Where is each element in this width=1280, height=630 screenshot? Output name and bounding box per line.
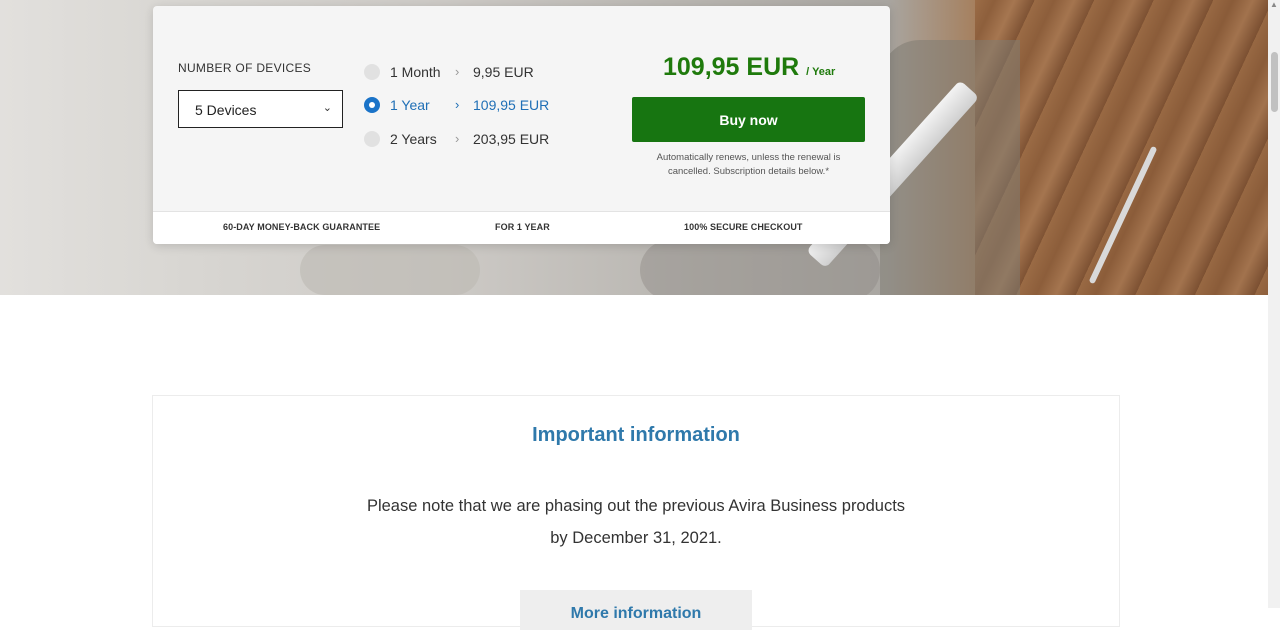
info-line-1: Please note that we are phasing out the … — [366, 497, 906, 515]
info-title: Important information — [532, 424, 740, 446]
option-price: 9,95 EUR — [473, 64, 534, 80]
devices-select[interactable]: 5 Devices ⌄ — [178, 90, 343, 128]
option-price: 109,95 EUR — [473, 97, 550, 113]
option-price: 203,95 EUR — [473, 131, 550, 147]
money-back-guarantee: 60-DAY MONEY-BACK GUARANTEE — [223, 222, 381, 232]
term-label: FOR 1 YEAR — [495, 222, 550, 232]
option-term: 1 Year — [390, 97, 430, 113]
important-info-box: Important information Please note that w… — [152, 395, 1120, 630]
chevron-right-icon: › — [455, 131, 460, 146]
scrollbar[interactable]: ▲ — [1268, 0, 1280, 608]
option-1-month[interactable]: 1 Month › 9,95 EUR — [364, 63, 564, 83]
chevron-right-icon: › — [455, 64, 460, 79]
info-line-2: by December 31, 2021. — [550, 529, 722, 547]
card-footer: 60-DAY MONEY-BACK GUARANTEE FOR 1 YEAR 1… — [153, 211, 890, 244]
renewal-note: Automatically renews, unless the renewal… — [656, 152, 841, 177]
price-amount: 109,95 EUR — [663, 53, 800, 81]
option-term: 1 Month — [390, 64, 441, 80]
hero-shadow — [640, 240, 880, 295]
hero-shadow — [300, 245, 480, 295]
scroll-up-icon[interactable]: ▲ — [1270, 0, 1278, 12]
scrollbar-thumb[interactable] — [1271, 52, 1278, 112]
product-card: NUMBER OF DEVICES 5 Devices ⌄ 1 Month › … — [153, 6, 890, 244]
secure-checkout: 100% SECURE CHECKOUT — [684, 222, 803, 232]
chevron-down-icon: ⌄ — [322, 102, 332, 114]
devices-label: NUMBER OF DEVICES — [178, 61, 312, 75]
option-2-years[interactable]: 2 Years › 203,95 EUR — [364, 130, 564, 150]
radio-icon[interactable] — [364, 64, 380, 80]
option-term: 2 Years — [390, 131, 437, 147]
devices-select-value: 5 Devices — [195, 102, 257, 118]
radio-icon[interactable] — [364, 131, 380, 147]
radio-icon[interactable] — [364, 97, 380, 113]
price-period: / Year — [806, 66, 836, 78]
selected-price: 109,95 EUR / Year — [663, 53, 835, 82]
option-1-year[interactable]: 1 Year › 109,95 EUR — [364, 96, 564, 116]
chevron-right-icon: › — [455, 97, 460, 112]
more-information-button[interactable]: More information — [520, 590, 752, 630]
buy-now-button[interactable]: Buy now — [632, 97, 865, 142]
info-text: Please note that we are phasing out the … — [153, 490, 1119, 554]
